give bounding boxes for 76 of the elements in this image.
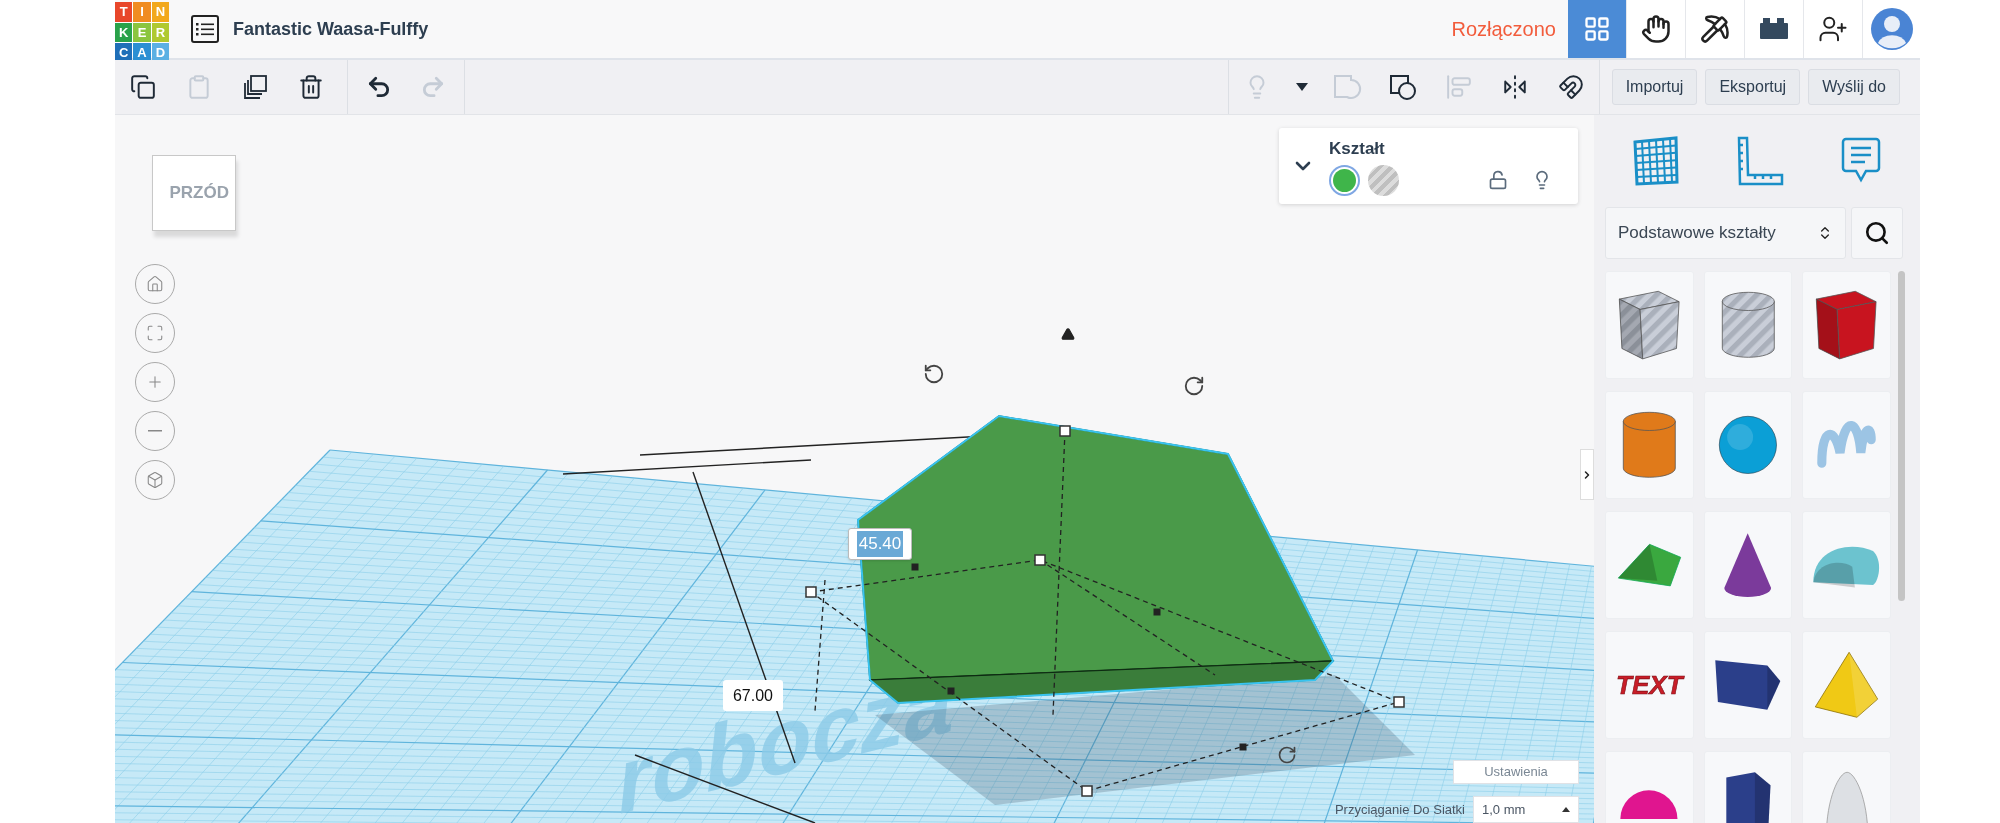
connection-status: Rozłączono [1451, 17, 1556, 42]
shape-tile[interactable] [1802, 271, 1891, 379]
text-shape-label: TEXT [1616, 668, 1683, 702]
clipboard-icon [186, 74, 212, 100]
align-icon [1445, 74, 1472, 100]
project-title: Fantastic Waasa-Fulffy [233, 17, 429, 41]
caret-icon [1562, 807, 1570, 812]
logo-letter: R [151, 22, 169, 42]
shape-tile[interactable]: TEXT [1605, 631, 1694, 739]
trash-icon [298, 74, 324, 100]
shape-tile[interactable] [1703, 391, 1793, 499]
logo-letter: I [133, 2, 151, 22]
scrollbar[interactable] [1898, 271, 1905, 601]
hole-swatch[interactable] [1368, 165, 1399, 197]
menu-button[interactable] [191, 15, 219, 43]
shape-tile[interactable] [1802, 511, 1891, 619]
shape-tile[interactable] [1703, 511, 1793, 619]
shape-tile[interactable] [1703, 271, 1793, 379]
ruler-tab-icon[interactable] [1735, 135, 1785, 187]
caret-icon [1295, 83, 1308, 91]
home-icon [146, 275, 164, 293]
redo-icon [420, 74, 446, 100]
home-view-button[interactable] [135, 264, 175, 304]
shape-tile[interactable] [1703, 631, 1793, 739]
rotate-icon[interactable] [1277, 745, 1297, 765]
grid-icon [1583, 15, 1611, 43]
snap-grid-select[interactable]: 1,0 mm [1473, 796, 1579, 823]
hand-icon [1641, 14, 1671, 44]
logo-letter: T [115, 2, 133, 22]
logo-letter: K [115, 22, 133, 42]
grid-tab-icon[interactable] [1632, 136, 1681, 186]
view-cube-face-label: PRZÓD [169, 182, 229, 205]
pickaxe-view-button[interactable] [1686, 0, 1745, 58]
brick-icon [1759, 17, 1789, 41]
toolbar-action-button[interactable]: Eksportuj [1705, 69, 1801, 105]
undo-icon [366, 74, 392, 100]
solid-color-swatch[interactable] [1329, 165, 1360, 197]
square-circle-icon [1387, 73, 1418, 101]
brick-view-button[interactable] [1745, 0, 1804, 58]
perspective-view-button[interactable] [135, 460, 175, 500]
hand-view-button[interactable] [1627, 0, 1686, 58]
add-user-view-button[interactable] [1804, 0, 1863, 58]
search-icon [1864, 220, 1890, 246]
snap-grid-label: Przyciąganie Do Siatki [1334, 800, 1465, 819]
logo-letter: N [151, 2, 169, 22]
shape-tile[interactable] [1802, 391, 1891, 499]
search-button[interactable] [1851, 207, 1903, 259]
shape-tile[interactable] [1802, 631, 1891, 739]
move-up-arrow-icon[interactable] [1061, 327, 1075, 341]
settings-button[interactable]: Ustawienia [1453, 760, 1579, 784]
logo-letter: E [133, 22, 151, 42]
panel-collapse-handle[interactable] [1580, 449, 1594, 500]
fit-view-button[interactable] [135, 313, 175, 353]
zoom-in-icon [146, 373, 164, 391]
duplicate-icon [241, 73, 269, 101]
copy-icon [130, 74, 156, 100]
rotate-icon[interactable] [1183, 375, 1205, 397]
shape-outline-icon [1331, 73, 1362, 101]
shape-panel-title: Kształt [1329, 137, 1386, 160]
shape-tile[interactable] [1605, 391, 1694, 499]
mirror-icon [1501, 74, 1528, 100]
perspective-icon [146, 471, 164, 489]
shape-tile[interactable] [1605, 271, 1694, 379]
add-user-icon [1818, 14, 1848, 44]
rotate-icon[interactable] [923, 363, 945, 385]
fit-icon [146, 324, 164, 342]
avatar-button[interactable] [1863, 0, 1920, 58]
avatar-icon [1870, 8, 1913, 50]
unlock-icon[interactable] [1488, 170, 1508, 190]
shape-tile[interactable] [1605, 511, 1694, 619]
toolbar-action-button[interactable]: Wyślij do [1808, 69, 1900, 105]
magnet-icon [1557, 74, 1584, 100]
toolbar-action-button[interactable]: Importuj [1611, 69, 1698, 105]
category-select[interactable]: Podstawowe kształty [1605, 207, 1846, 259]
pickaxe-icon [1700, 14, 1730, 44]
list-icon [196, 22, 214, 36]
